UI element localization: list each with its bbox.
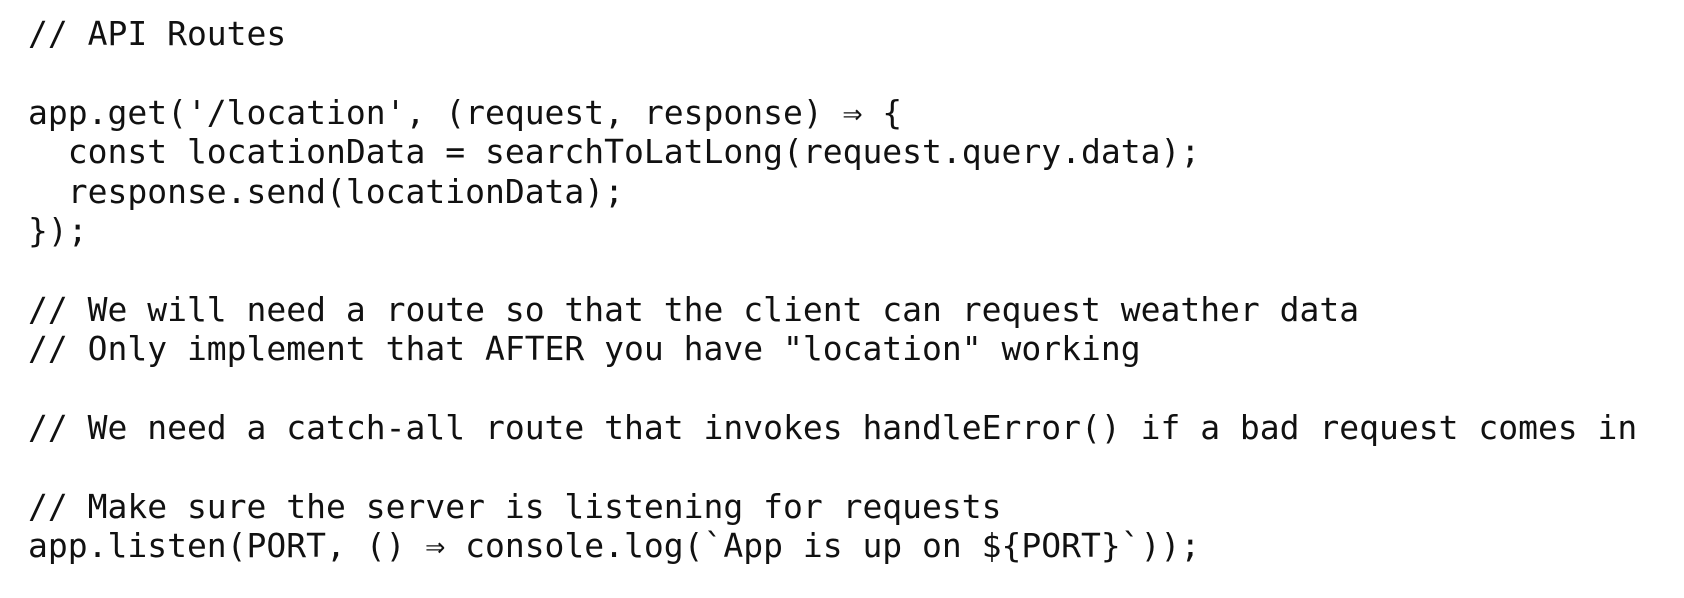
- code-line-3: app.get('/location', (request, response)…: [28, 92, 903, 132]
- code-line-5: response.send(locationData);: [28, 171, 625, 211]
- code-line-1: // API Routes: [28, 14, 287, 53]
- code-editor[interactable]: // API Routes app.get('/location', (reque…: [28, 14, 1637, 565]
- code-line-8: // We will need a route so that the clie…: [28, 289, 1360, 329]
- code-line-14: app.listen(PORT, () ⇒ console.log(`App i…: [28, 526, 1201, 566]
- code-line-9: // Only implement that AFTER you have "l…: [28, 329, 1141, 369]
- code-line-4: const locationData = searchToLatLong(req…: [28, 132, 1201, 172]
- code-line-13: // Make sure the server is listening for…: [28, 486, 1002, 526]
- code-line-6: });: [28, 210, 88, 250]
- code-line-11: // We need a catch-all route that invoke…: [28, 407, 1638, 447]
